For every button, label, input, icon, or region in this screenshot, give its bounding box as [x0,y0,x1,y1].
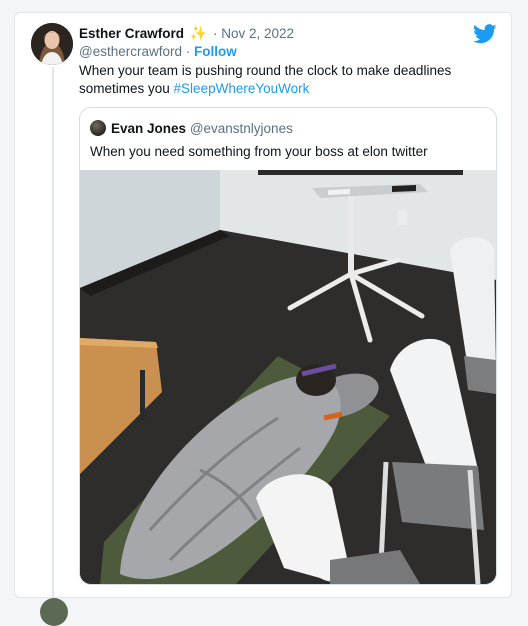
handle-row: @esthercrawford · Follow [79,43,237,60]
next-tweet-avatar[interactable] [40,598,68,626]
quoted-author-handle[interactable]: @evanstnlyjones [190,121,293,136]
author-handle[interactable]: @esthercrawford [79,44,182,59]
quoted-author-avatar[interactable] [90,120,106,136]
date-separator: · [209,26,222,41]
follow-button[interactable]: Follow [194,44,237,59]
tweet-text: When your team is pushing round the cloc… [79,62,489,98]
twitter-bird-icon[interactable] [473,23,497,45]
quoted-header: Evan Jones @evanstnlyjones [90,120,293,137]
hashtag-link[interactable]: #SleepWhereYouWork [174,81,310,96]
sparkle-icon: ✨ [189,25,208,41]
quoted-text: When you need something from your boss a… [90,144,428,159]
tweet-date[interactable]: Nov 2, 2022 [221,26,294,41]
quoted-photo[interactable] [80,170,496,584]
tweet-card: Esther Crawford ✨ · Nov 2, 2022 @estherc… [14,12,512,598]
author-avatar[interactable] [31,23,73,65]
quoted-author-name[interactable]: Evan Jones [111,121,186,136]
quoted-tweet[interactable]: Evan Jones @evanstnlyjones When you need… [79,107,497,585]
author-name[interactable]: Esther Crawford [79,26,184,41]
follow-separator: · [182,44,194,59]
tweet-header: Esther Crawford ✨ · Nov 2, 2022 [79,25,471,42]
thread-line [52,67,54,597]
